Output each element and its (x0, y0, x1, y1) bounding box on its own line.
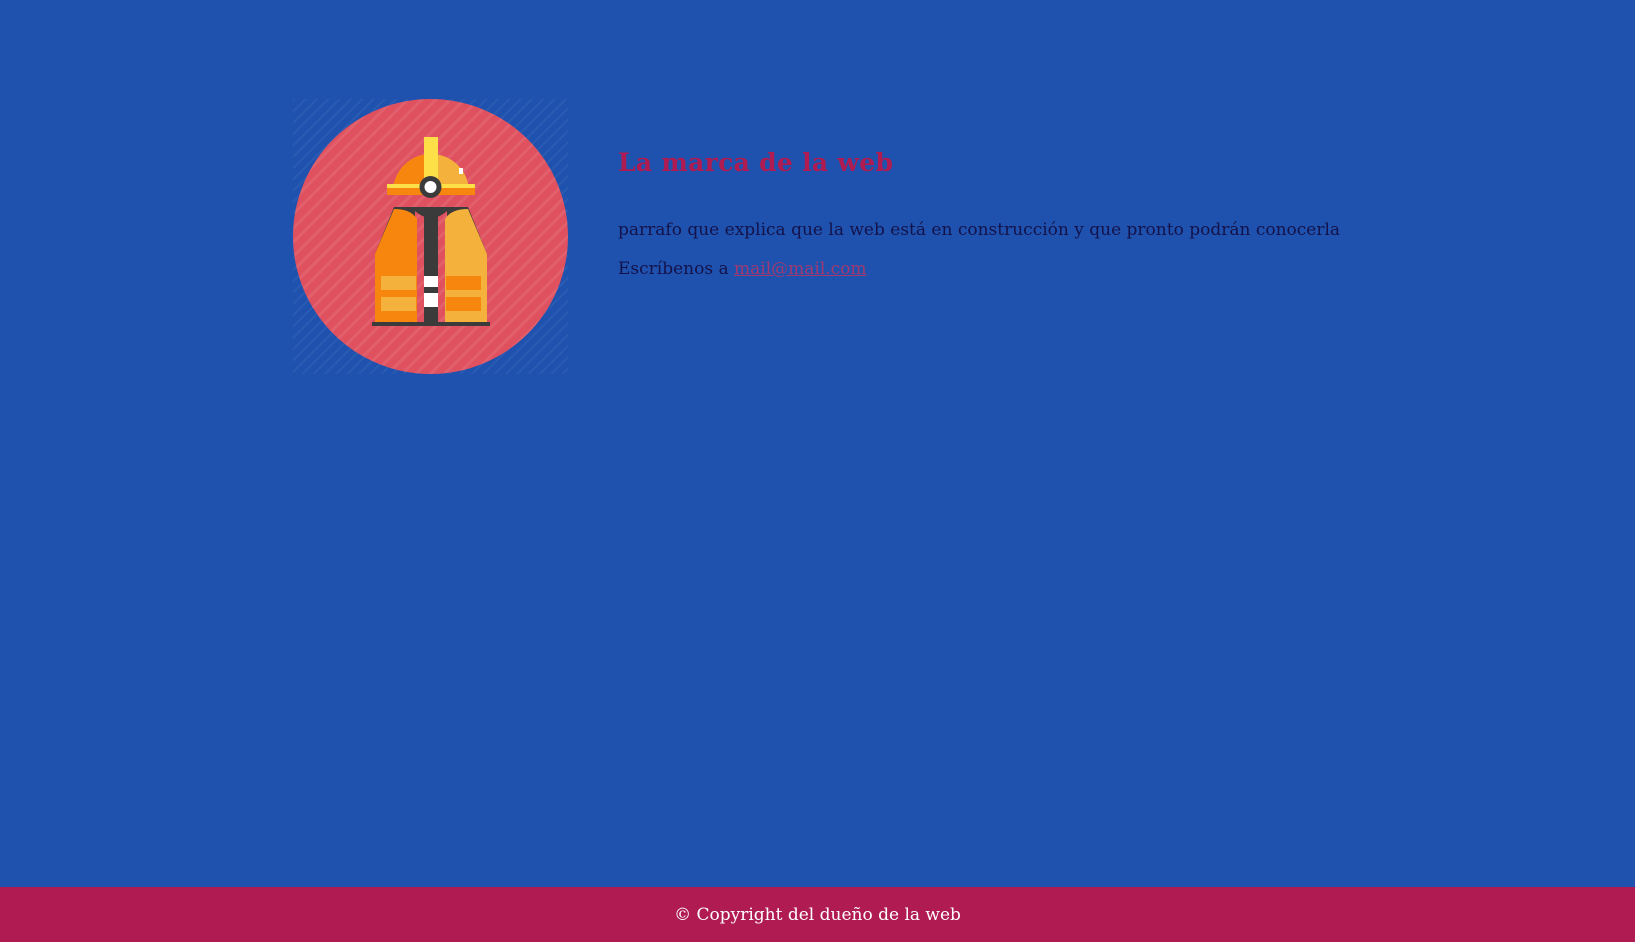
content: La marca de la web parrafo que explica q… (618, 140, 1518, 281)
logo (293, 99, 568, 374)
brand-title: La marca de la web (618, 148, 894, 177)
construction-worker-icon (293, 99, 568, 374)
copyright-text: © Copyright del dueño de la web (674, 904, 961, 925)
construction-paragraph: parrafo que explica que la web está en c… (618, 220, 1341, 240)
main-section: La marca de la web parrafo que explica q… (0, 0, 1635, 887)
email-link[interactable]: mail@mail.com (734, 259, 867, 279)
footer: © Copyright del dueño de la web (0, 887, 1635, 942)
contact-paragraph: Escríbenos a mail@mail.com (618, 257, 1518, 281)
contact-prefix: Escríbenos a (618, 259, 735, 279)
